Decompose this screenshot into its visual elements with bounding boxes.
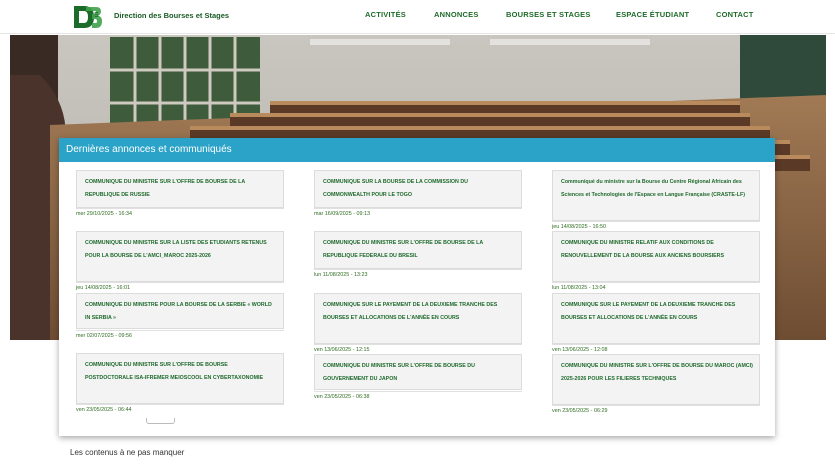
page: S Direction des Bourses et Stages ACTIVI…: [0, 0, 835, 469]
announcement-card[interactable]: COMMUNIQUE DU MINISTRE SUR L'OFFRE DE BO…: [552, 354, 760, 405]
site-brand-name[interactable]: Direction des Bourses et Stages: [114, 11, 229, 20]
announcement-card[interactable]: COMMUNIQUE DU MINISTRE SUR L'OFFRE DE BO…: [314, 231, 522, 269]
announcements-title: Dernières annonces et communiqués: [66, 144, 232, 155]
left-white-strip: [0, 35, 10, 355]
announcement-card[interactable]: COMMUNIQUE DU MINISTRE SUR L'OFFRE DE BO…: [76, 170, 284, 208]
announcement-card[interactable]: COMMUNIQUE DU MINISTRE SUR L'OFFRE DE BO…: [76, 353, 284, 404]
svg-text:S: S: [94, 12, 99, 19]
announcements-panel: Dernières annonces et communiqués COMMUN…: [59, 138, 775, 436]
announcement-title[interactable]: COMMUNIQUE DU MINISTRE SUR LA LISTE DES …: [85, 237, 277, 262]
announcement-title[interactable]: COMMUNIQUE SUR LA BOURSE DE LA COMMISSIO…: [323, 176, 515, 201]
nav-espace-etudiant[interactable]: ESPACE ÉTUDIANT: [616, 10, 689, 19]
nav-bourses-et-stages[interactable]: BOURSES ET STAGES: [506, 10, 591, 19]
announcement-card[interactable]: Communiqué du ministre sur la Bourse du …: [552, 170, 760, 221]
announcement-title[interactable]: COMMUNIQUE DU MINISTRE SUR L'OFFRE DE BO…: [561, 360, 753, 385]
nav-annonces[interactable]: ANNONCES: [434, 10, 479, 19]
announcement-card[interactable]: COMMUNIQUE SUR LE PAYEMENT DE LA DEUXIEM…: [314, 293, 522, 344]
announcements-header: Dernières annonces et communiqués: [59, 138, 775, 162]
announcement-card[interactable]: COMMUNIQUE DU MINISTRE RELATIF AUX CONDI…: [552, 231, 760, 282]
site-header: S Direction des Bourses et Stages ACTIVI…: [0, 0, 835, 34]
scroll-tab[interactable]: [146, 418, 175, 424]
announcement-date: mer 29/10/2025 - 16:34: [76, 208, 284, 219]
announcement-date: mer 02/07/2025 - 09:56: [76, 330, 284, 341]
announcement-date: ven 23/05/2025 - 06:44: [76, 404, 284, 415]
announcement-title[interactable]: COMMUNIQUE DU MINISTRE SUR L'OFFRE DE BO…: [323, 360, 515, 385]
announcement-title[interactable]: COMMUNIQUE DU MINISTRE POUR LA BOURSE DE…: [85, 299, 277, 324]
announcement-title[interactable]: Communiqué du ministre sur la Bourse du …: [561, 176, 753, 201]
announcement-date: lun 11/08/2025 - 13:23: [314, 269, 522, 280]
announcement-title[interactable]: COMMUNIQUE DU MINISTRE SUR L'OFFRE DE BO…: [85, 176, 277, 201]
announcement-card[interactable]: COMMUNIQUE SUR LA BOURSE DE LA COMMISSIO…: [314, 170, 522, 208]
announcement-card[interactable]: COMMUNIQUE DU MINISTRE POUR LA BOURSE DE…: [76, 293, 284, 329]
announcement-date: ven 23/05/2025 - 06:29: [552, 405, 760, 416]
announcement-date: jeu 14/08/2025 - 16:01: [76, 282, 284, 293]
announcement-title[interactable]: COMMUNIQUE DU MINISTRE RELATIF AUX CONDI…: [561, 237, 753, 262]
announcement-title[interactable]: COMMUNIQUE SUR LE PAYEMENT DE LA DEUXIEM…: [561, 299, 753, 324]
nav-activites[interactable]: ACTIVITÉS: [365, 10, 406, 19]
announcement-date: ven 23/05/2025 - 06:38: [314, 391, 522, 402]
nav-contact[interactable]: CONTACT: [716, 10, 754, 19]
section-heading-must-see: Les contenus à ne pas manquer: [70, 448, 185, 457]
announcement-date: mar 16/09/2025 - 09:13: [314, 208, 522, 219]
announcement-title[interactable]: COMMUNIQUE DU MINISTRE SUR L'OFFRE DE BO…: [85, 359, 277, 384]
dbs-logo[interactable]: S: [72, 4, 106, 30]
announcement-title[interactable]: COMMUNIQUE DU MINISTRE SUR L'OFFRE DE BO…: [323, 237, 515, 262]
announcement-card[interactable]: COMMUNIQUE SUR LE PAYEMENT DE LA DEUXIEM…: [552, 293, 760, 344]
announcement-date: lun 11/08/2025 - 13:04: [552, 282, 760, 293]
announcement-title[interactable]: COMMUNIQUE SUR LE PAYEMENT DE LA DEUXIEM…: [323, 299, 515, 324]
announcement-card[interactable]: COMMUNIQUE DU MINISTRE SUR L'OFFRE DE BO…: [314, 354, 522, 390]
announcement-card[interactable]: COMMUNIQUE DU MINISTRE SUR LA LISTE DES …: [76, 231, 284, 282]
